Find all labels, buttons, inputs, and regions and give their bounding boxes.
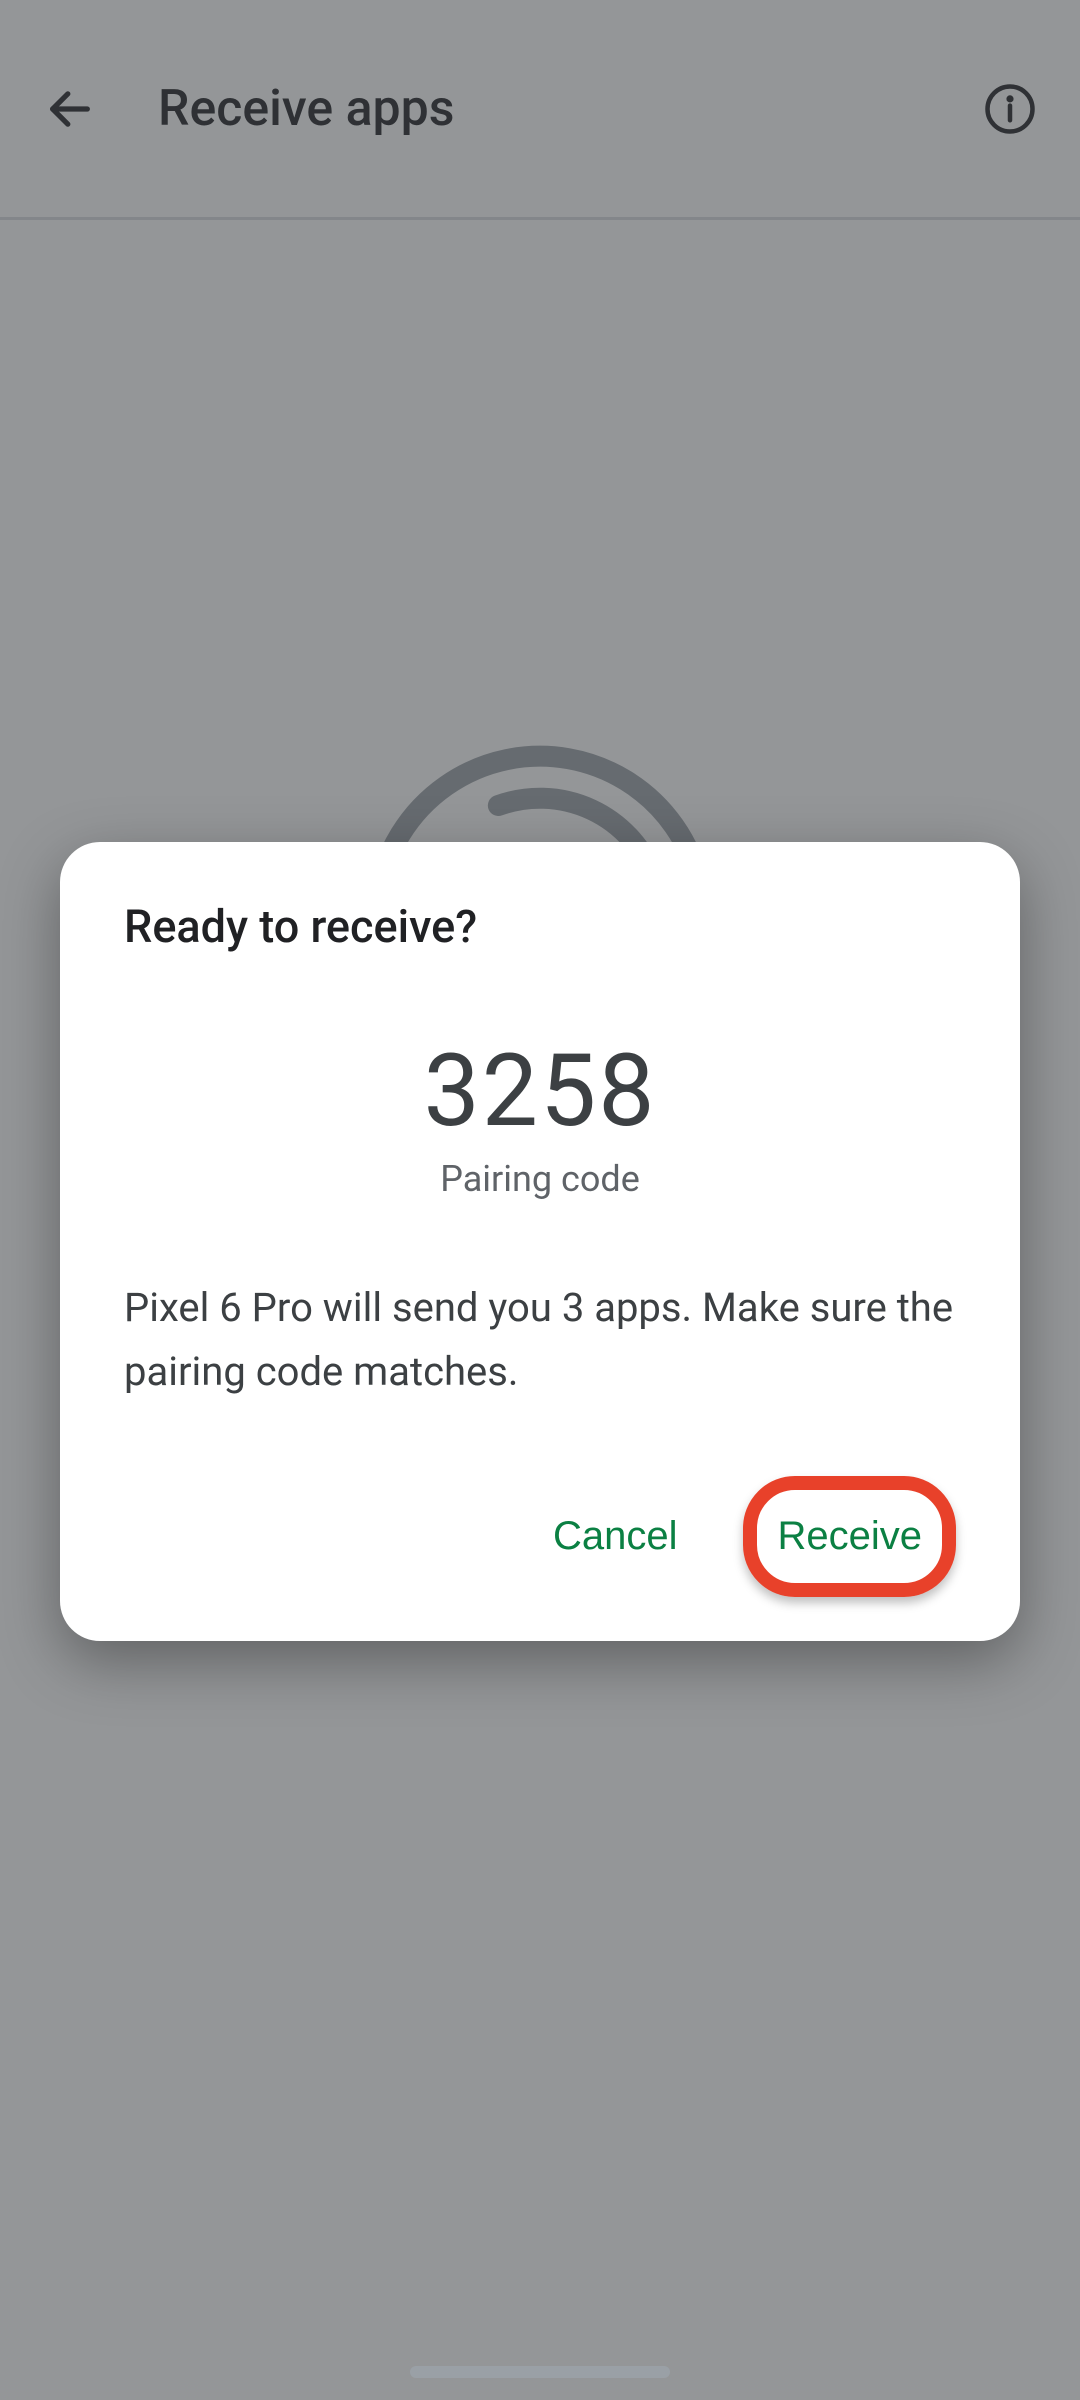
dialog-actions: Cancel Receive [124, 1476, 956, 1597]
dialog-title: Ready to receive? [124, 900, 956, 953]
gesture-handle[interactable] [410, 2366, 670, 2378]
pairing-code-value: 3258 [124, 1033, 956, 1150]
dialog-body-text: Pixel 6 Pro will send you 3 apps. Make s… [124, 1276, 956, 1404]
receive-button[interactable]: Receive [743, 1476, 956, 1597]
ready-to-receive-dialog: Ready to receive? 3258 Pairing code Pixe… [60, 842, 1020, 1641]
cancel-button[interactable]: Cancel [533, 1490, 698, 1583]
pairing-code-label: Pairing code [124, 1158, 956, 1200]
